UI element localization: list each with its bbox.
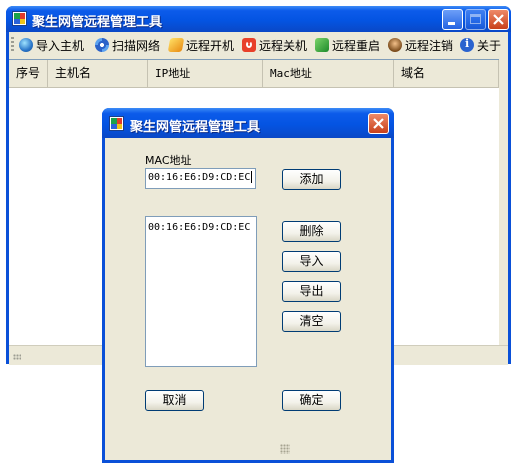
logoff-icon [388, 38, 402, 52]
column-header-index[interactable]: 序号 [9, 60, 48, 87]
column-header-hostname[interactable]: 主机名 [48, 60, 148, 87]
dialog-close-button[interactable] [368, 113, 389, 134]
restart-icon [315, 38, 329, 52]
column-header-mac[interactable]: Mac地址 [263, 60, 394, 87]
close-icon [373, 118, 384, 129]
about-button[interactable]: 关于 [460, 36, 501, 54]
dialog-client-area: MAC地址 00:16:E6:D9:CD:EC 添加 00:16:E6:D9:C… [105, 138, 391, 460]
text-caret [251, 171, 253, 183]
dialog-titlebar[interactable]: 聚生网管远程管理工具 [102, 108, 394, 138]
mac-address-dialog: 聚生网管远程管理工具 MAC地址 00:16:E6:D9:CD:EC 添加 00… [102, 108, 394, 463]
column-header-domain[interactable]: 域名 [394, 60, 499, 87]
column-header-ip[interactable]: IP地址 [148, 60, 263, 87]
toolbar: 导入主机 扫描网络 远程开机 远程关机 远程重启 远程注销 i 关于 [9, 32, 508, 58]
minimize-icon [448, 22, 455, 25]
maximize-icon [470, 14, 481, 24]
toolbar-label: 远程开机 [186, 38, 235, 53]
remote-wake-button[interactable]: 远程开机 [167, 36, 235, 54]
app-icon [12, 11, 27, 26]
remote-logoff-button[interactable]: 远程注销 [388, 36, 453, 54]
toolbar-label: 远程重启 [332, 38, 381, 53]
toolbar-label: 远程注销 [405, 38, 454, 53]
mac-address-list[interactable]: 00:16:E6:D9:CD:EC [145, 216, 257, 367]
close-button[interactable] [488, 9, 509, 30]
toolbar-label: 关于 [477, 38, 502, 53]
globe-icon [19, 38, 33, 52]
power-off-icon [242, 38, 256, 52]
import-button[interactable]: 导入 [282, 251, 341, 272]
main-titlebar[interactable]: 聚生网管远程管理工具 [6, 6, 511, 32]
info-icon [460, 37, 474, 52]
export-button[interactable]: 导出 [282, 281, 341, 302]
remote-restart-button[interactable]: 远程重启 [315, 36, 380, 54]
dialog-resize-grip[interactable] [280, 444, 290, 454]
scan-network-button[interactable]: 扫描网络 [95, 36, 160, 54]
dialog-app-icon [109, 116, 124, 131]
network-scan-icon [95, 38, 109, 52]
remote-wake-icon [167, 38, 185, 52]
add-button[interactable]: 添加 [282, 169, 341, 190]
mac-address-input[interactable]: 00:16:E6:D9:CD:EC [145, 168, 256, 189]
delete-button[interactable]: 删除 [282, 221, 341, 242]
window-title: 聚生网管远程管理工具 [32, 15, 163, 30]
cancel-button[interactable]: 取消 [145, 390, 204, 411]
remote-shutdown-button[interactable]: 远程关机 [242, 36, 307, 54]
maximize-button[interactable] [465, 9, 486, 30]
toolbar-label: 导入主机 [36, 38, 85, 53]
mac-address-input-value: 00:16:E6:D9:CD:EC [148, 172, 251, 183]
toolbar-grip[interactable] [11, 37, 14, 53]
import-hosts-button[interactable]: 导入主机 [19, 36, 84, 54]
status-grip[interactable] [13, 354, 21, 360]
clear-button[interactable]: 清空 [282, 311, 341, 332]
minimize-button[interactable] [442, 9, 463, 30]
host-list-header: 序号 主机名 IP地址 Mac地址 域名 [9, 60, 499, 88]
list-item[interactable]: 00:16:E6:D9:CD:EC [146, 220, 256, 235]
toolbar-label: 远程关机 [259, 38, 308, 53]
dialog-title: 聚生网管远程管理工具 [130, 120, 261, 135]
close-icon [493, 14, 504, 25]
toolbar-label: 扫描网络 [112, 38, 161, 53]
mac-address-label: MAC地址 [145, 154, 192, 167]
ok-button[interactable]: 确定 [282, 390, 341, 411]
